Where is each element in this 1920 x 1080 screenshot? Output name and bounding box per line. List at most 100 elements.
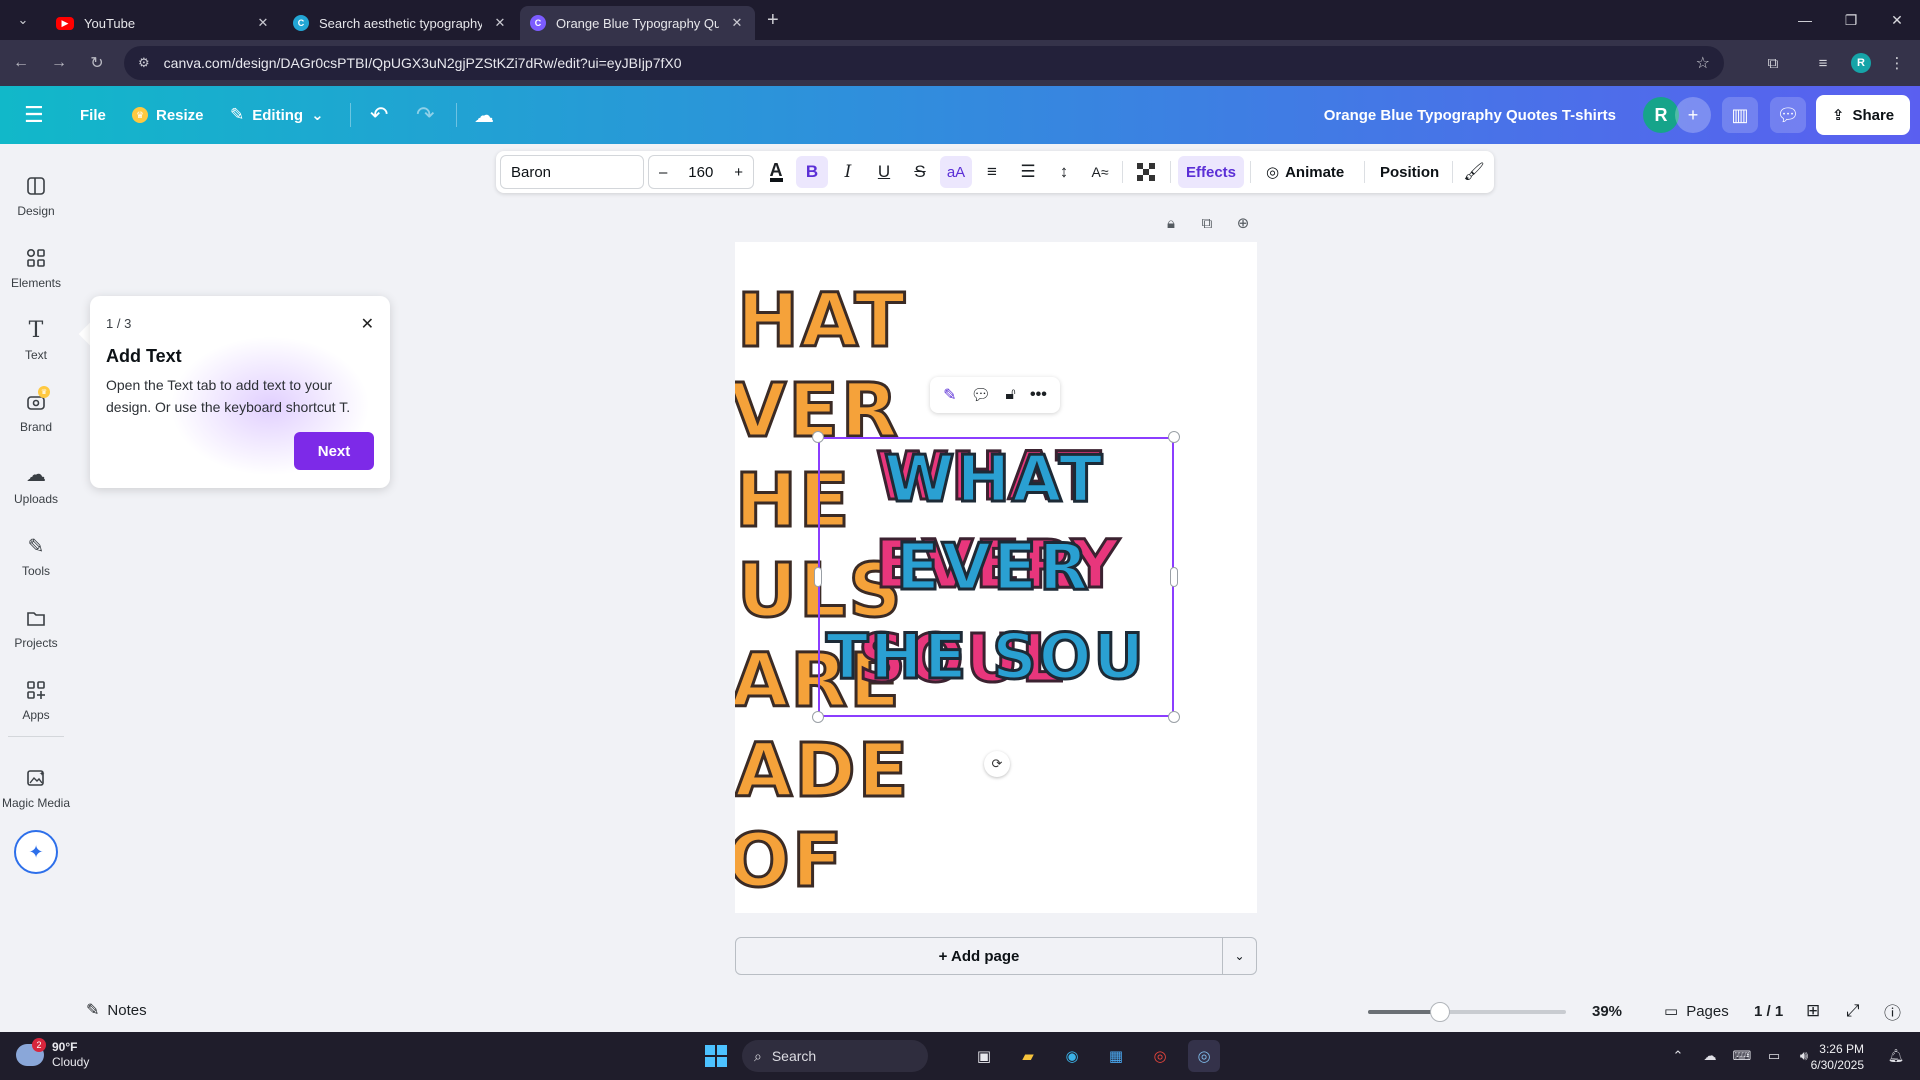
browser-menu-icon[interactable]: ⋮ bbox=[1880, 40, 1914, 86]
font-size-value[interactable]: 160 bbox=[688, 164, 713, 181]
edge-browser-icon[interactable]: ◉ bbox=[1056, 1040, 1088, 1072]
comments-icon[interactable]: 💬︎ bbox=[1770, 97, 1806, 133]
hamburger-menu-icon[interactable]: ☰ bbox=[24, 86, 44, 144]
address-bar[interactable]: ⚙ canva.com/design/DAGr0csPTBI/QpUGX3uN2… bbox=[124, 46, 1724, 80]
editing-mode-dropdown[interactable]: ✎ Editing ⌄ bbox=[230, 86, 324, 144]
site-info-icon[interactable]: ⚙ bbox=[138, 55, 150, 71]
resize-handle[interactable] bbox=[1168, 431, 1180, 443]
transparency-icon[interactable] bbox=[1130, 156, 1162, 188]
sidebar-item-design[interactable]: Design bbox=[0, 164, 72, 228]
windows-start-icon[interactable] bbox=[700, 1040, 732, 1072]
decrease-size-button[interactable]: – bbox=[659, 164, 667, 181]
sidebar-item-magic-media[interactable]: ✦ Magic Media bbox=[0, 756, 72, 820]
animate-button[interactable]: ◎ Animate bbox=[1258, 156, 1352, 188]
close-tab-icon[interactable]: ✕ bbox=[729, 15, 745, 31]
network-icon[interactable]: ▭ bbox=[1760, 1032, 1788, 1080]
task-view-icon[interactable]: ▣ bbox=[968, 1040, 1000, 1072]
forward-icon[interactable]: → bbox=[42, 46, 76, 80]
cloud-save-icon[interactable]: ☁ bbox=[474, 86, 494, 144]
fullscreen-icon[interactable]: ⤢ bbox=[1846, 998, 1860, 1024]
show-hidden-icons-icon[interactable]: ⌃ bbox=[1664, 1032, 1692, 1080]
sidebar-item-projects[interactable]: Projects bbox=[0, 596, 72, 660]
bold-button[interactable]: B bbox=[796, 156, 828, 188]
zoom-percentage[interactable]: 39% bbox=[1592, 998, 1622, 1024]
resize-handle[interactable] bbox=[812, 431, 824, 443]
font-family-select[interactable]: Baron bbox=[500, 155, 644, 189]
sidebar-item-brand[interactable]: ♛ Brand bbox=[0, 380, 72, 444]
quote-word[interactable]: OF bbox=[735, 823, 844, 900]
position-button[interactable]: Position bbox=[1372, 156, 1447, 188]
bookmark-star-icon[interactable]: ☆ bbox=[1696, 53, 1710, 73]
onedrive-icon[interactable]: ☁ bbox=[1696, 1032, 1724, 1080]
duplicate-page-icon[interactable]: ⧉ bbox=[1193, 210, 1221, 236]
selection-box[interactable] bbox=[818, 437, 1174, 717]
resize-button[interactable]: ♛ Resize bbox=[132, 86, 204, 144]
taskbar-search[interactable]: ⌕ Search bbox=[742, 1040, 928, 1072]
resize-handle[interactable] bbox=[1168, 711, 1180, 723]
more-options-icon[interactable]: ••• bbox=[1030, 386, 1047, 404]
user-avatar[interactable]: R bbox=[1643, 97, 1679, 133]
magic-assistant-button[interactable]: ✦ bbox=[14, 830, 58, 874]
pages-button[interactable]: ▭ Pages bbox=[1664, 998, 1729, 1024]
notes-button[interactable]: ✎ Notes bbox=[86, 1000, 147, 1020]
quote-word[interactable]: ADE bbox=[735, 733, 910, 810]
add-collaborator-icon[interactable]: + bbox=[1675, 97, 1711, 133]
rotate-handle-icon[interactable]: ⟳ bbox=[984, 751, 1010, 777]
restore-icon[interactable]: ❐ bbox=[1828, 0, 1874, 40]
browser-tab-design[interactable]: C Orange Blue Typography Quote ✕ bbox=[520, 6, 755, 40]
zoom-slider-knob[interactable] bbox=[1429, 1002, 1450, 1022]
chrome-active-icon[interactable]: ◎ bbox=[1188, 1040, 1220, 1072]
quote-word[interactable]: HAT bbox=[736, 283, 907, 360]
sidebar-item-uploads[interactable]: ☁ Uploads bbox=[0, 452, 72, 516]
add-page-icon[interactable]: ⊕ bbox=[1229, 210, 1257, 236]
lock-icon[interactable]: 🔓︎ bbox=[1005, 386, 1015, 404]
underline-button[interactable]: U bbox=[868, 156, 900, 188]
media-controls-icon[interactable]: ≡ bbox=[1806, 40, 1840, 86]
insights-chart-icon[interactable]: ▥ bbox=[1722, 97, 1758, 133]
extensions-icon[interactable]: ⧉ bbox=[1756, 40, 1790, 86]
lock-page-icon[interactable]: 🔒︎ bbox=[1157, 210, 1185, 236]
add-page-button[interactable]: + Add page bbox=[735, 937, 1223, 975]
resize-handle[interactable] bbox=[812, 711, 824, 723]
resize-handle[interactable] bbox=[1170, 567, 1178, 587]
microsoft-store-icon[interactable]: ▦ bbox=[1100, 1040, 1132, 1072]
strikethrough-button[interactable]: S bbox=[904, 156, 936, 188]
close-tab-icon[interactable]: ✕ bbox=[255, 15, 271, 31]
next-button[interactable]: Next bbox=[294, 432, 374, 470]
text-color-button[interactable]: A bbox=[760, 156, 792, 188]
magic-write-icon[interactable]: ✎ bbox=[943, 385, 956, 405]
system-clock[interactable]: 3:26 PM 6/30/2025 bbox=[1811, 1041, 1864, 1073]
help-icon[interactable]: ⓘ bbox=[1884, 998, 1901, 1024]
zoom-slider[interactable] bbox=[1368, 1002, 1566, 1022]
file-explorer-icon[interactable]: ▰ bbox=[1012, 1040, 1044, 1072]
back-icon[interactable]: ← bbox=[4, 46, 38, 80]
resize-handle[interactable] bbox=[814, 567, 822, 587]
chrome-icon[interactable]: ◎ bbox=[1144, 1040, 1176, 1072]
letter-case-button[interactable]: aA bbox=[940, 156, 972, 188]
close-icon[interactable]: ✕ bbox=[361, 314, 374, 334]
weather-widget[interactable]: 2 90°F Cloudy bbox=[16, 1038, 89, 1070]
effects-button[interactable]: Effects bbox=[1178, 156, 1245, 188]
list-icon[interactable]: ☰ bbox=[1012, 156, 1044, 188]
close-tab-icon[interactable]: ✕ bbox=[492, 15, 508, 31]
copy-style-paint-roller-icon[interactable]: 🖌︎ bbox=[1458, 156, 1490, 188]
reload-icon[interactable]: ↻ bbox=[80, 46, 114, 80]
browser-tab-search[interactable]: C Search aesthetic typography po ✕ bbox=[283, 6, 518, 40]
sidebar-item-apps[interactable]: Apps bbox=[0, 668, 72, 732]
italic-button[interactable]: I bbox=[832, 156, 864, 188]
close-window-icon[interactable]: ✕ bbox=[1874, 0, 1920, 40]
sidebar-item-elements[interactable]: Elements bbox=[0, 236, 72, 300]
sidebar-item-text[interactable]: T Text bbox=[0, 308, 72, 372]
sidebar-item-tools[interactable]: ✎ Tools bbox=[0, 524, 72, 588]
grid-view-icon[interactable]: ⊞ bbox=[1806, 998, 1820, 1024]
profile-avatar[interactable]: R bbox=[1844, 40, 1878, 86]
file-menu-button[interactable]: File bbox=[80, 86, 106, 144]
minimize-icon[interactable]: — bbox=[1782, 0, 1828, 40]
new-tab-button[interactable]: + bbox=[767, 9, 779, 32]
notification-bell-icon[interactable]: 🔔︎ bbox=[1882, 1032, 1910, 1080]
align-center-icon[interactable]: ≡ bbox=[976, 156, 1008, 188]
text-effects-style-icon[interactable]: A≈ bbox=[1084, 156, 1116, 188]
chevron-down-icon[interactable]: ⌄ bbox=[1223, 937, 1257, 975]
increase-size-button[interactable]: + bbox=[734, 164, 743, 181]
undo-icon[interactable]: ↶ bbox=[370, 86, 388, 144]
